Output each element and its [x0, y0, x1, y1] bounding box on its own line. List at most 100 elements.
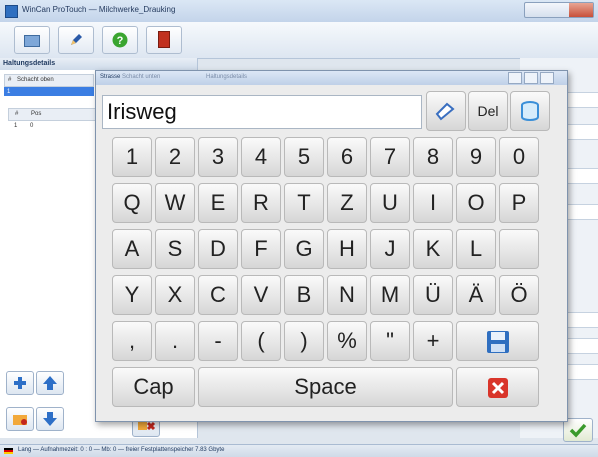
key-plus[interactable]: +: [413, 321, 453, 361]
move-up-button[interactable]: [36, 371, 64, 395]
key-label: L: [469, 236, 483, 261]
clear-field-key[interactable]: [510, 91, 550, 131]
key-open-paren[interactable]: (: [241, 321, 281, 361]
key-g[interactable]: G: [284, 229, 324, 269]
key-j[interactable]: J: [370, 229, 410, 269]
field-row[interactable]: [565, 312, 598, 328]
key-n[interactable]: N: [327, 275, 367, 315]
key-5[interactable]: 5: [284, 137, 324, 177]
key-o[interactable]: O: [456, 183, 496, 223]
toolbar-camera-button[interactable]: [14, 26, 50, 54]
key-d[interactable]: D: [198, 229, 238, 269]
key-label: I: [429, 190, 437, 215]
key-u[interactable]: U: [370, 183, 410, 223]
key-i[interactable]: I: [413, 183, 453, 223]
key-t[interactable]: T: [284, 183, 324, 223]
cap-key[interactable]: Cap: [112, 367, 195, 407]
key-4[interactable]: 4: [241, 137, 281, 177]
field-row[interactable]: [565, 338, 598, 354]
svg-text:?: ?: [117, 35, 124, 47]
key-l[interactable]: L: [456, 229, 496, 269]
key-label: Z: [340, 190, 354, 215]
key-8[interactable]: 8: [413, 137, 453, 177]
keyboard-minimize-button[interactable]: [508, 72, 522, 84]
table-row[interactable]: 1 0: [8, 121, 94, 130]
key-9[interactable]: 9: [456, 137, 496, 177]
key-label: 4: [254, 144, 268, 169]
key-quote[interactable]: ": [370, 321, 410, 361]
exit-door-icon: [158, 31, 170, 48]
space-key[interactable]: Space: [198, 367, 453, 407]
keyboard-input-field[interactable]: Irisweg: [102, 95, 422, 129]
key-s[interactable]: S: [155, 229, 195, 269]
key-w[interactable]: W: [155, 183, 195, 223]
key-h[interactable]: H: [327, 229, 367, 269]
key-y[interactable]: Y: [112, 275, 152, 315]
key-x[interactable]: X: [155, 275, 195, 315]
folder-button[interactable]: [6, 407, 34, 431]
field-row[interactable]: [565, 168, 598, 184]
key-label: (: [257, 328, 265, 353]
key-b[interactable]: B: [284, 275, 324, 315]
field-row[interactable]: [565, 124, 598, 140]
key-close-paren[interactable]: ): [284, 321, 324, 361]
key-o-umlaut[interactable]: Ö: [499, 275, 539, 315]
key-label: 7: [383, 144, 397, 169]
key-label: Ü: [425, 282, 441, 307]
key-label: Ö: [510, 282, 528, 307]
key-q[interactable]: Q: [112, 183, 152, 223]
move-down-button[interactable]: [36, 407, 64, 431]
del-key[interactable]: Del: [468, 91, 508, 131]
eraser-key[interactable]: [426, 91, 466, 131]
key-v[interactable]: V: [241, 275, 281, 315]
key-0[interactable]: 0: [499, 137, 539, 177]
grid-header-cell: #: [8, 77, 12, 83]
key-a-umlaut[interactable]: Ä: [456, 275, 496, 315]
window-close-button[interactable]: [569, 3, 593, 17]
toolbar-help-button[interactable]: ?: [102, 26, 138, 54]
key-r[interactable]: R: [241, 183, 281, 223]
key-p[interactable]: P: [499, 183, 539, 223]
key-label: 2: [168, 144, 182, 169]
field-row[interactable]: [565, 92, 598, 108]
key-e[interactable]: E: [198, 183, 238, 223]
key-label: O: [467, 190, 485, 215]
save-key[interactable]: [456, 321, 539, 361]
key-minus[interactable]: -: [198, 321, 238, 361]
key-c[interactable]: C: [198, 275, 238, 315]
camera-icon: [24, 35, 40, 47]
toolbar-exit-button[interactable]: [146, 26, 182, 54]
key-1[interactable]: 1: [112, 137, 152, 177]
key-a[interactable]: A: [112, 229, 152, 269]
keyboard-title-bar: Strasse Schacht unten Haltungsdetails: [96, 71, 567, 85]
status-bar: Lang — Aufnahmezeit: 0 : 0 — Mb: 0 — fre…: [0, 444, 598, 457]
key-comma[interactable]: ,: [112, 321, 152, 361]
key-m[interactable]: M: [370, 275, 410, 315]
window-controls[interactable]: [524, 2, 594, 18]
key-label: 5: [297, 144, 311, 169]
status-text: Lang — Aufnahmezeit: 0 : 0 — Mb: 0 — fre…: [18, 447, 225, 453]
key-f[interactable]: F: [241, 229, 281, 269]
key-label: ": [386, 328, 394, 353]
key-blank[interactable]: [499, 229, 539, 269]
key-percent[interactable]: %: [327, 321, 367, 361]
add-button[interactable]: [6, 371, 34, 395]
key-period[interactable]: .: [155, 321, 195, 361]
key-z[interactable]: Z: [327, 183, 367, 223]
key-7[interactable]: 7: [370, 137, 410, 177]
key-2[interactable]: 2: [155, 137, 195, 177]
key-k[interactable]: K: [413, 229, 453, 269]
grid-header: # Schacht oben: [4, 74, 94, 87]
key-3[interactable]: 3: [198, 137, 238, 177]
key-6[interactable]: 6: [327, 137, 367, 177]
keyboard-maximize-button[interactable]: [524, 72, 538, 84]
key-label: E: [210, 190, 226, 215]
field-row[interactable]: [565, 204, 598, 220]
cancel-key[interactable]: [456, 367, 539, 407]
key-label: U: [382, 190, 398, 215]
key-u-umlaut[interactable]: Ü: [413, 275, 453, 315]
toolbar-edit-button[interactable]: [58, 26, 94, 54]
field-row[interactable]: [565, 364, 598, 380]
keyboard-close-button[interactable]: [540, 72, 554, 84]
table-row[interactable]: 1: [4, 87, 94, 96]
